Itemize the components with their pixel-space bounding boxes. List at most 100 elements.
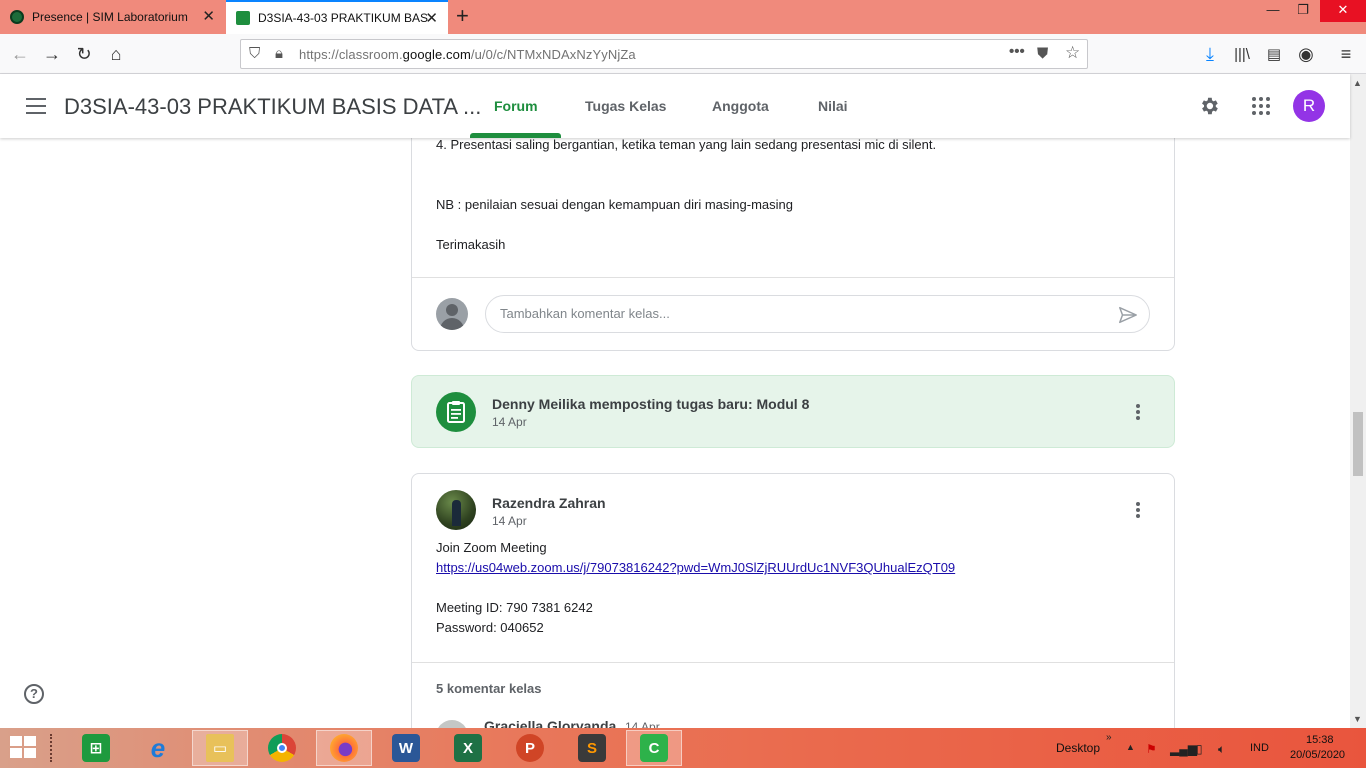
url-text[interactable]: https://classroom.google.com/u/0/c/NTMxN… bbox=[299, 47, 636, 62]
tab-title: D3SIA-43-03 PRAKTIKUM BASIS bbox=[258, 11, 428, 25]
assignment-post-title[interactable]: Denny Meilika memposting tugas baru: Mod… bbox=[492, 396, 809, 412]
meeting-password: Password: 040652 bbox=[436, 620, 544, 635]
minimize-icon[interactable]: — bbox=[1258, 0, 1288, 22]
forward-icon[interactable]: → bbox=[38, 40, 66, 68]
url-prefix: https://classroom. bbox=[299, 47, 403, 62]
windows-taskbar: ⊞ e ▭ W X P S C Desktop » ▲ ⚑ ▂▄▆ ▯ 🔈︎ I… bbox=[0, 728, 1366, 768]
assignment-icon bbox=[436, 392, 476, 432]
window-close-icon[interactable]: ✕ bbox=[1320, 0, 1366, 22]
classroom-favicon-icon bbox=[236, 11, 250, 25]
camtasia-icon[interactable]: C bbox=[626, 730, 682, 766]
hamburger-menu-icon[interactable] bbox=[26, 98, 46, 114]
comment-date: 14 Apr bbox=[625, 720, 660, 728]
volume-icon[interactable]: 🔈︎ bbox=[1218, 742, 1225, 757]
tab-title: Presence | SIM Laboratorium bbox=[32, 10, 188, 24]
apps-grid-icon[interactable] bbox=[1249, 94, 1273, 118]
class-title[interactable]: D3SIA-43-03 PRAKTIKUM BASIS DATA ... bbox=[64, 94, 481, 120]
scroll-down-icon[interactable]: ▼ bbox=[1353, 714, 1362, 724]
meeting-id: Meeting ID: 790 7381 6242 bbox=[436, 600, 593, 615]
desktop-toolbar-label[interactable]: Desktop bbox=[1056, 741, 1100, 755]
help-icon[interactable]: ? bbox=[24, 684, 44, 704]
assignment-post-date: 14 Apr bbox=[492, 415, 527, 429]
browser-tab-presence[interactable]: Presence | SIM Laboratorium ✕ bbox=[0, 0, 225, 34]
scroll-thumb[interactable] bbox=[1353, 412, 1363, 476]
tab-nilai[interactable]: Nilai bbox=[818, 98, 848, 114]
account-icon[interactable]: ◉ bbox=[1292, 40, 1320, 68]
toolbar-expand-icon[interactable]: » bbox=[1106, 732, 1112, 743]
internet-explorer-icon[interactable]: e bbox=[130, 730, 186, 766]
pocket-icon[interactable]: ⛊ bbox=[1037, 45, 1048, 62]
excel-icon[interactable]: X bbox=[440, 730, 496, 766]
browser-tab-classroom[interactable]: D3SIA-43-03 PRAKTIKUM BASIS ✕ bbox=[226, 0, 448, 34]
announcement-card: 4. Presentasi saling bergantian, ketika … bbox=[411, 138, 1175, 351]
taskbar-grip bbox=[50, 734, 56, 762]
scroll-up-icon[interactable]: ▲ bbox=[1353, 78, 1362, 88]
word-icon[interactable]: W bbox=[378, 730, 434, 766]
back-icon[interactable]: ← bbox=[6, 40, 34, 68]
clock-date[interactable]: 20/05/2020 bbox=[1290, 749, 1345, 761]
class-comment-field[interactable] bbox=[485, 295, 1150, 333]
sidebar-icon[interactable]: ▤ bbox=[1260, 40, 1288, 68]
user-avatar[interactable]: R bbox=[1293, 90, 1325, 122]
sublime-text-icon[interactable]: S bbox=[564, 730, 620, 766]
url-domain: google.com bbox=[402, 47, 471, 62]
class-comments-count[interactable]: 5 komentar kelas bbox=[436, 681, 542, 696]
post-card: Razendra Zahran 14 Apr Join Zoom Meeting… bbox=[411, 473, 1175, 728]
action-center-icon[interactable]: ⚑ bbox=[1146, 742, 1157, 756]
close-tab-icon[interactable]: ✕ bbox=[202, 9, 215, 24]
divider bbox=[412, 662, 1174, 663]
tab-tugas-kelas[interactable]: Tugas Kelas bbox=[585, 98, 666, 114]
url-bar[interactable]: ⛉ 🔒︎ https://classroom.google.com/u/0/c/… bbox=[240, 39, 1088, 69]
page-actions-icon[interactable]: ••• bbox=[1009, 43, 1025, 60]
divider bbox=[412, 277, 1174, 278]
firefox-icon[interactable] bbox=[316, 730, 372, 766]
commenter-avatar bbox=[436, 720, 468, 728]
store-app-icon[interactable]: ⊞ bbox=[68, 730, 124, 766]
input-language[interactable]: IND bbox=[1250, 742, 1269, 754]
network-signal-icon[interactable]: ▂▄▆ bbox=[1170, 742, 1197, 756]
classroom-header: D3SIA-43-03 PRAKTIKUM BASIS DATA ... For… bbox=[0, 74, 1350, 138]
menu-icon[interactable]: ≡ bbox=[1332, 40, 1360, 68]
default-avatar-icon bbox=[436, 298, 468, 330]
active-tab-indicator bbox=[470, 133, 561, 138]
author-avatar bbox=[436, 490, 476, 530]
home-icon[interactable]: ⌂ bbox=[102, 40, 130, 68]
announcement-line: Terimakasih bbox=[436, 237, 506, 252]
post-line: Join Zoom Meeting bbox=[436, 540, 547, 555]
battery-icon[interactable]: ▯ bbox=[1196, 742, 1203, 756]
class-stream: 4. Presentasi saling bergantian, ketika … bbox=[0, 138, 1350, 728]
chrome-icon[interactable] bbox=[254, 730, 310, 766]
lock-icon[interactable]: 🔒︎ bbox=[275, 45, 283, 62]
restore-icon[interactable]: ❐ bbox=[1288, 0, 1318, 22]
tab-anggota[interactable]: Anggota bbox=[712, 98, 769, 114]
page-scrollbar[interactable]: ▲ ▼ bbox=[1350, 74, 1366, 728]
zoom-meeting-link[interactable]: https://us04web.zoom.us/j/79073816242?pw… bbox=[436, 560, 955, 575]
announcement-line: 4. Presentasi saling bergantian, ketika … bbox=[436, 138, 937, 152]
library-icon[interactable]: |||\ bbox=[1228, 40, 1256, 68]
bookmark-star-icon[interactable]: ☆ bbox=[1065, 43, 1080, 63]
powerpoint-icon[interactable]: P bbox=[502, 730, 558, 766]
reload-icon[interactable]: ↻ bbox=[70, 40, 98, 68]
more-options-icon[interactable] bbox=[1126, 498, 1150, 522]
settings-gear-icon[interactable] bbox=[1197, 94, 1221, 118]
more-options-icon[interactable] bbox=[1126, 400, 1150, 424]
announcement-line: NB : penilaian sesuai dengan kemampuan d… bbox=[436, 197, 793, 212]
downloads-icon[interactable]: ⤓ bbox=[1196, 40, 1224, 68]
clock-time[interactable]: 15:38 bbox=[1306, 734, 1334, 746]
sim-lab-favicon-icon bbox=[10, 10, 24, 24]
assignment-post-card[interactable]: Denny Meilika memposting tugas baru: Mod… bbox=[411, 375, 1175, 448]
new-tab-icon[interactable]: + bbox=[456, 5, 469, 27]
post-date: 14 Apr bbox=[492, 514, 527, 528]
file-explorer-icon[interactable]: ▭ bbox=[192, 730, 248, 766]
browser-tab-strip: Presence | SIM Laboratorium ✕ D3SIA-43-0… bbox=[0, 0, 1366, 34]
tab-forum[interactable]: Forum bbox=[494, 98, 538, 114]
url-path: /u/0/c/NTMxNDAxNzYyNjZa bbox=[470, 47, 636, 62]
class-comment-input[interactable] bbox=[500, 306, 1100, 321]
browser-nav-bar: ← → ↻ ⌂ ⛉ 🔒︎ https://classroom.google.co… bbox=[0, 34, 1366, 74]
commenter-name: Graciella Gloryanda bbox=[484, 718, 617, 728]
close-tab-icon[interactable]: ✕ bbox=[425, 11, 438, 26]
send-icon[interactable] bbox=[1117, 304, 1139, 326]
windows-start-icon[interactable] bbox=[10, 736, 38, 760]
shield-icon[interactable]: ⛉ bbox=[249, 45, 260, 62]
tray-overflow-icon[interactable]: ▲ bbox=[1126, 742, 1135, 752]
